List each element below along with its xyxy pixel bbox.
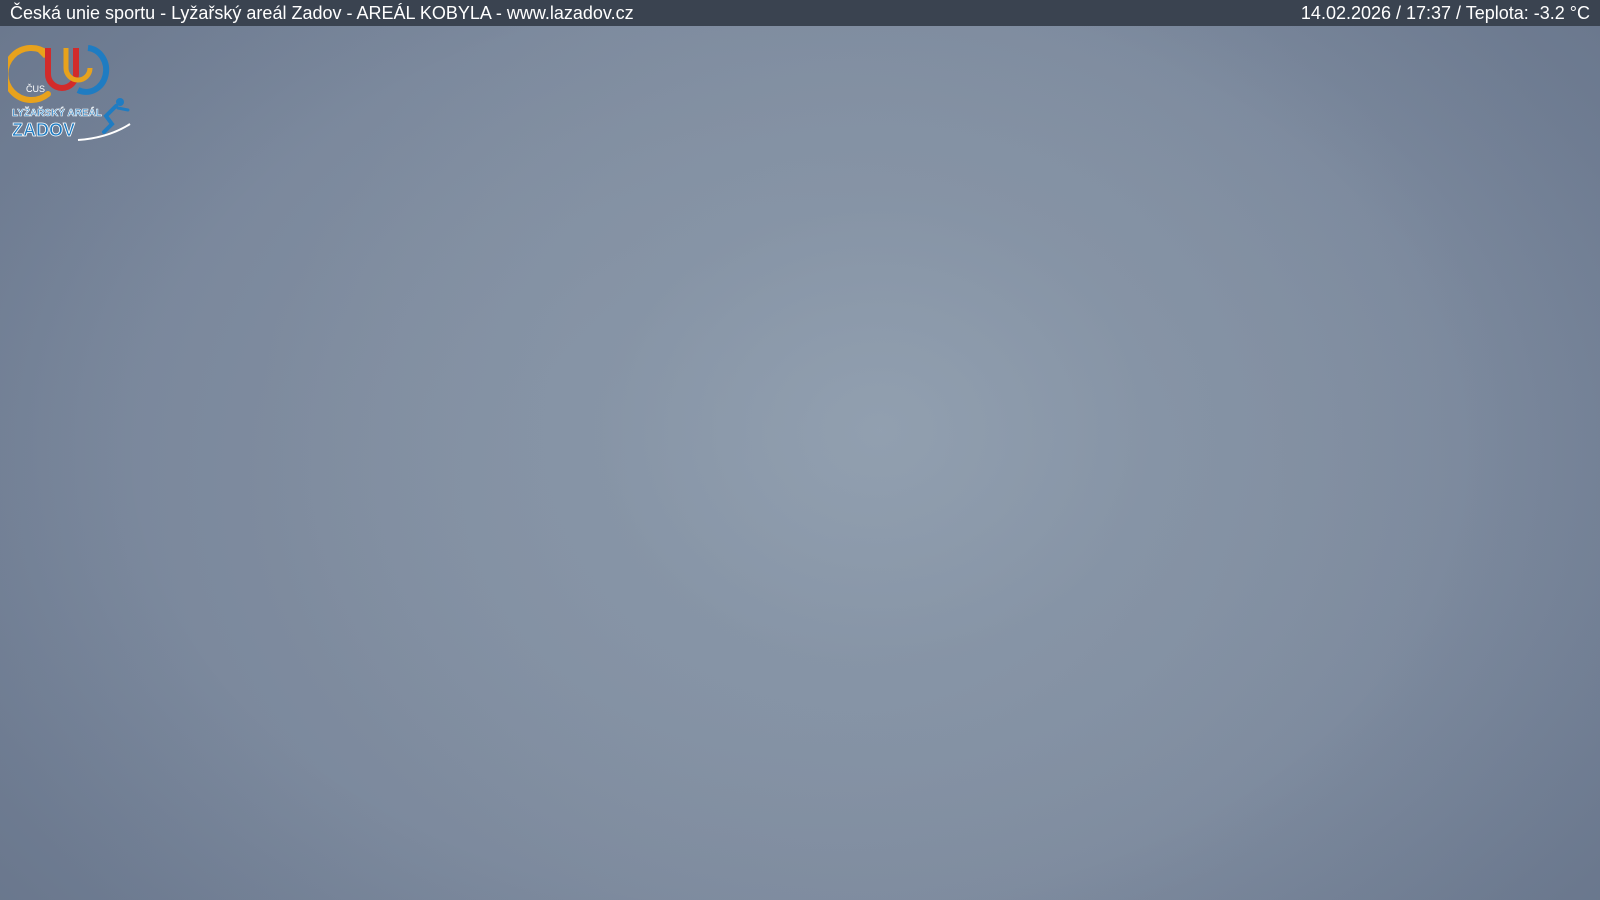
cus-emblem: ČUS — [8, 45, 110, 103]
logo-line1: LYŽAŘSKÝ AREÁL — [12, 106, 102, 119]
camera-status: 14.02.2026 / 17:37 / Teplota: -3.2 °C — [1300, 3, 1590, 23]
skier-icon — [77, 98, 131, 141]
sky-vignette — [0, 0, 1600, 900]
zadov-logo: ČUS LYŽAŘSKÝ AREÁL ZADOV — [8, 45, 131, 141]
logo-line2: ZADOV — [12, 120, 75, 140]
caption-bar: Česká unie sportu - Lyžařský areál Zadov… — [0, 0, 1600, 26]
webcam-frame: Česká unie sportu - Lyžařský areál Zadov… — [0, 0, 1600, 900]
camera-title: Česká unie sportu - Lyžařský areál Zadov… — [10, 3, 634, 23]
logo-cus-text: ČUS — [26, 84, 45, 94]
